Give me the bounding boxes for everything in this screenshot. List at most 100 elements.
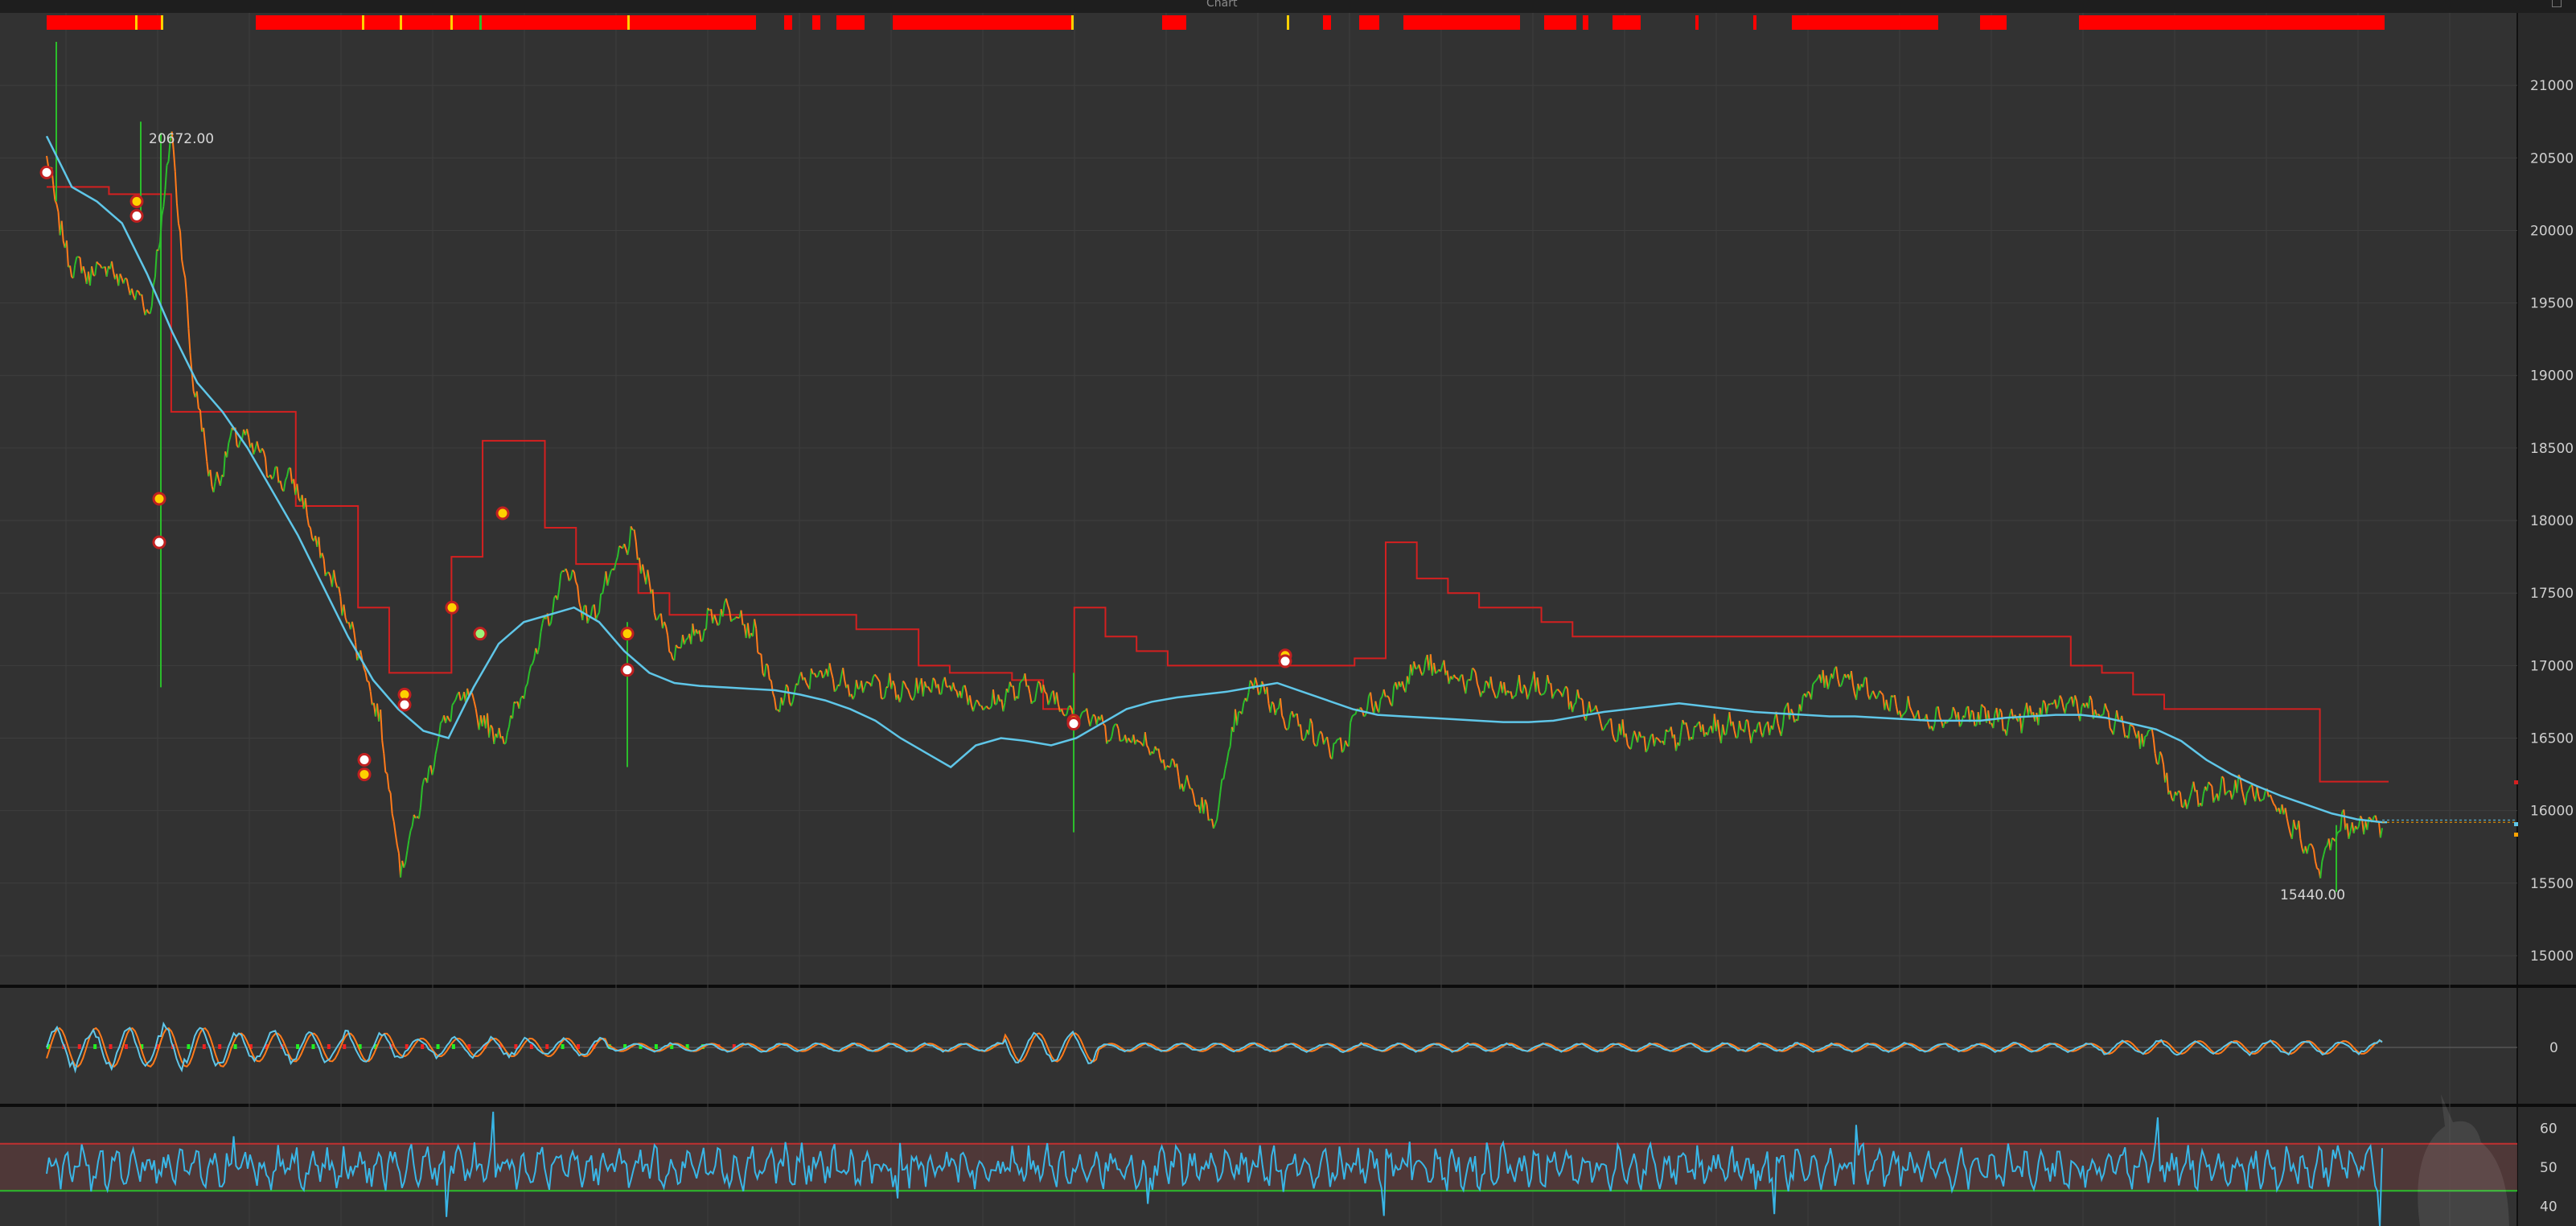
chart-canvas[interactable]: 21000 20500 20000 19500 19000 18500 18000 17500…: [0, 0, 2576, 1226]
signal-segment: [812, 15, 820, 30]
price-segment: [867, 681, 870, 685]
oscillator-histogram-bar: [327, 1044, 331, 1049]
trade-marker: [620, 627, 635, 641]
oscillator-histogram-bar: [561, 1044, 565, 1049]
oscillator-histogram-bar: [545, 1044, 549, 1049]
price-tick-label: 19000: [2530, 368, 2574, 385]
price-segment: [865, 681, 869, 684]
trade-marker: [357, 767, 372, 782]
oscillator-histogram-bar: [343, 1044, 347, 1049]
signal-marker: [479, 15, 482, 30]
price-segment: [198, 408, 201, 411]
price-segment: [1982, 706, 1986, 709]
oscillator-histogram-bar: [296, 1044, 300, 1049]
oscillator-histogram-bar: [93, 1044, 97, 1049]
oscillator-histogram-bar: [436, 1044, 440, 1049]
trade-marker: [397, 697, 412, 712]
trade-marker: [357, 753, 372, 767]
price-segment: [1103, 723, 1106, 726]
price-segment: [101, 266, 104, 269]
price-segment: [1667, 730, 1670, 733]
high-value-label: 20672.00: [149, 131, 214, 147]
trade-marker: [620, 663, 635, 677]
price-segment: [1641, 735, 1643, 738]
price-segment: [136, 290, 139, 292]
oscillator-histogram-bar: [421, 1044, 425, 1049]
price-tick-label: 17500: [2530, 586, 2574, 602]
price-segment: [717, 623, 721, 627]
price-segment: [1337, 738, 1339, 741]
signal-segment: [1544, 15, 1576, 30]
price-segment: [766, 663, 769, 666]
signal-segment: [1403, 15, 1520, 30]
oscillator-histogram-bar: [77, 1044, 81, 1049]
price-segment: [2049, 702, 2052, 706]
oscillator-histogram-bar: [109, 1044, 113, 1049]
low-value-label: 15440.00: [2280, 887, 2345, 903]
signal-segment: [1613, 15, 1641, 30]
signal-marker: [627, 15, 630, 30]
oscillator-histogram-bar: [218, 1044, 222, 1049]
price-segment: [503, 742, 507, 745]
price-segment: [1902, 712, 1905, 716]
price-segment: [2259, 799, 2263, 802]
price-segment: [2145, 734, 2147, 738]
trade-marker: [152, 492, 166, 506]
price-panel[interactable]: [0, 13, 2517, 985]
price-segment: [367, 680, 369, 683]
price-segment: [954, 689, 957, 692]
price-tick-label: 20500: [2530, 150, 2574, 167]
signal-segment: [2079, 15, 2385, 30]
signal-segment: [1753, 15, 1756, 30]
price-segment: [769, 678, 772, 681]
price-segment: [2338, 829, 2341, 833]
signal-segment: [836, 15, 865, 30]
price-segment: [1839, 685, 1842, 688]
price-segment: [685, 637, 688, 640]
price-tick-label: 16500: [2530, 730, 2574, 747]
price-segment: [2148, 729, 2151, 732]
oscillator-histogram-bar: [124, 1044, 128, 1049]
price-segment: [2066, 701, 2069, 705]
price-segment: [1363, 714, 1366, 718]
price-segment: [1736, 736, 1739, 739]
trade-marker: [39, 165, 54, 179]
price-segment: [882, 697, 885, 700]
signal-marker: [362, 15, 364, 30]
price-segment: [384, 771, 388, 775]
price-segment: [1166, 765, 1169, 767]
price-segment: [1121, 739, 1124, 742]
price-tick-label: 18500: [2530, 441, 2574, 457]
ma-axis-marker: [2514, 822, 2518, 826]
price-segment: [735, 616, 738, 619]
signal-marker: [400, 15, 402, 30]
signal-marker: [450, 15, 453, 30]
signal-segment: [256, 15, 756, 30]
price-segment: [1485, 680, 1488, 683]
price-segment: [2101, 714, 2104, 716]
price-tick-label: 17000: [2530, 658, 2574, 674]
price-segment: [939, 693, 942, 696]
price-tick-label: 18000: [2530, 513, 2574, 529]
signal-segment: [47, 15, 161, 30]
oscillator-histogram-bar: [451, 1044, 455, 1049]
stop-axis-marker: [2514, 780, 2518, 784]
trade-marker: [1278, 654, 1292, 669]
price-segment: [2368, 817, 2372, 820]
rsi-tick-label: 50: [2540, 1160, 2558, 1176]
price-segment: [1354, 713, 1356, 716]
oscillator-tick-label: 0: [2549, 1040, 2558, 1056]
price-segment: [125, 277, 127, 280]
price-axis[interactable]: [2517, 13, 2576, 1226]
signal-marker: [1071, 15, 1074, 30]
price-segment: [655, 618, 659, 621]
price-segment: [2332, 837, 2335, 841]
trade-marker: [129, 194, 144, 208]
price-segment: [1495, 697, 1498, 699]
price-segment: [1974, 724, 1978, 727]
price-tick-label: 15500: [2530, 876, 2574, 892]
signal-segment: [1980, 15, 2007, 30]
price-segment: [618, 545, 622, 548]
price-segment: [1542, 693, 1545, 696]
trade-marker: [1066, 716, 1081, 730]
